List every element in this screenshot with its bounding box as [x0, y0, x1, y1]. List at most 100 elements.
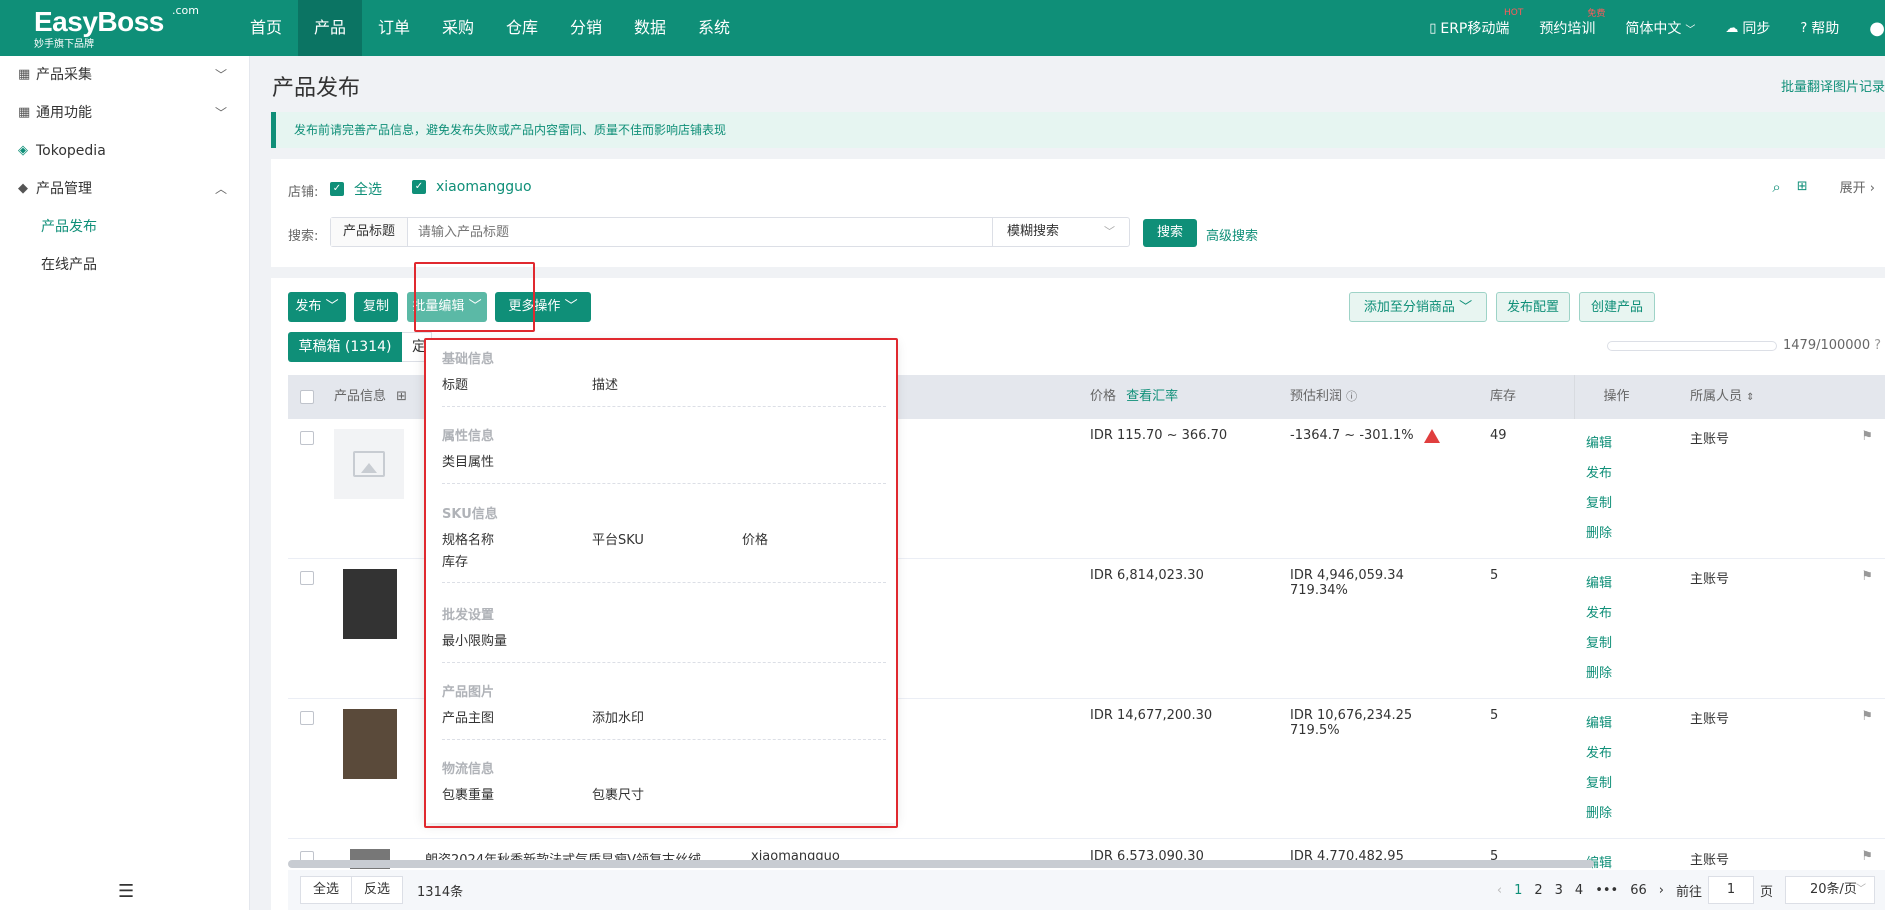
sidebar: ▦ 产品采集 ﹀ ▦ 通用功能 ﹀ ◈ Tokopedia ◆ 产品管理 ︿ 产… [0, 56, 250, 910]
expand-icon[interactable]: ⊞ [396, 389, 407, 404]
page-4[interactable]: 4 [1575, 883, 1583, 898]
tab-draft[interactable]: 草稿箱 (1314) [288, 332, 402, 362]
nav-distribution[interactable]: 分销 [554, 0, 618, 56]
publish-link[interactable]: 发布 [1557, 459, 1641, 489]
goto-page-input[interactable]: 1 [1707, 876, 1754, 904]
nav-home[interactable]: 首页 [234, 0, 298, 56]
next-page-icon[interactable]: › [1659, 883, 1664, 898]
sidebar-item-collect[interactable]: ▦ 产品采集 ﹀ [0, 56, 249, 94]
sidebar-sub-publish[interactable]: 产品发布 [0, 208, 249, 246]
page-unit: 页 [1759, 884, 1773, 900]
publish-dropdown-button[interactable]: 发布 ﹀ [288, 292, 346, 322]
expand-label: 展开 [1839, 181, 1866, 196]
copy-link[interactable]: 复制 [1557, 489, 1641, 519]
sort-icon[interactable]: ⇕ [1746, 392, 1754, 403]
search-icon[interactable]: ⌕ [1772, 178, 1780, 196]
search-mode-label: 模糊搜索 [1007, 224, 1060, 239]
expand-link[interactable]: 展开 › [1824, 177, 1875, 196]
row-checkbox[interactable] [300, 571, 314, 585]
logo[interactable]: EasyBoss .com 妙手旗下品牌 [34, 4, 199, 51]
view-rate-link[interactable]: 查看汇率 [1126, 389, 1178, 404]
flag-icon[interactable]: ⚑ [1861, 849, 1873, 864]
copy-link[interactable]: 复制 [1557, 769, 1641, 799]
sidebar-item-product-manage[interactable]: ◆ 产品管理 ︿ [0, 170, 249, 208]
erp-mobile-label: ERP移动端 [1440, 21, 1510, 37]
grid-icon: ▦ [18, 67, 31, 82]
edit-link[interactable]: 编辑 [1557, 569, 1641, 599]
page-66[interactable]: 66 [1630, 883, 1647, 898]
nav-product[interactable]: 产品 [298, 0, 362, 56]
copy-button[interactable]: 复制 [354, 292, 398, 322]
delete-link[interactable]: 删除 [1557, 799, 1641, 829]
copy-link[interactable]: 复制 [1557, 629, 1641, 659]
batch-translate-link[interactable]: 批量翻译图片记录 [1781, 76, 1885, 95]
page-2[interactable]: 2 [1534, 883, 1542, 898]
filter-panel: 店铺: ✓ 全选 ✓ xiaomangguo 搜索: 产品标题 模糊搜索 ﹀ 搜… [271, 159, 1885, 267]
sidebar-sub-online[interactable]: 在线产品 [0, 246, 249, 284]
advanced-search-link[interactable]: 高级搜索 [1206, 225, 1258, 244]
training-label: 预约培训 [1539, 21, 1596, 37]
page-ellipsis[interactable]: ••• [1595, 883, 1618, 898]
layout-icon[interactable]: ⊞ [1797, 179, 1808, 194]
page-size-select[interactable]: 20条/页 ﹀ [1785, 876, 1875, 904]
select-all-checkbox[interactable] [300, 390, 314, 404]
horizontal-scrollbar[interactable] [288, 860, 1594, 868]
training-link[interactable]: 预约培训 免费 [1539, 9, 1605, 38]
product-image [343, 709, 397, 779]
footer-select-all-button[interactable]: 全选 [300, 876, 353, 904]
footer-invert-button[interactable]: 反选 [352, 876, 404, 904]
row-checkbox[interactable] [300, 711, 314, 725]
info-icon[interactable]: ⓘ [1346, 390, 1357, 403]
th-product-info-label: 产品信息 [334, 389, 387, 404]
prev-page-icon[interactable]: ‹ [1497, 883, 1502, 898]
nav-purchase[interactable]: 采购 [426, 0, 490, 56]
flag-icon[interactable]: ⚑ [1861, 709, 1873, 724]
publish-link[interactable]: 发布 [1557, 739, 1641, 769]
nav-data[interactable]: 数据 [618, 0, 682, 56]
chevron-down-icon: ﹀ [1104, 225, 1115, 238]
pagination: ‹ 1 2 3 4 ••• 66 › 前往 1 页 20条/页 ﹀ [1485, 870, 1875, 910]
sidebar-item-label: Tokopedia [36, 143, 106, 159]
search-field-select[interactable]: 产品标题 [331, 218, 408, 246]
search-mode-select[interactable]: 模糊搜索 ﹀ [992, 217, 1130, 247]
row-actions: 编辑 发布 复制 删除 [1557, 429, 1641, 549]
shop-name: xiaomangguo [436, 179, 532, 195]
nav-system[interactable]: 系统 [682, 0, 746, 56]
row-checkbox[interactable] [300, 431, 314, 445]
search-button[interactable]: 搜索 [1143, 219, 1197, 247]
highlight-batch-edit-menu [424, 338, 898, 828]
sync-button[interactable]: ☁ 同步 [1725, 18, 1770, 38]
select-all-shops-checkbox[interactable]: ✓ 全选 [330, 179, 382, 199]
page-3[interactable]: 3 [1555, 883, 1563, 898]
flag-icon[interactable]: ⚑ [1861, 429, 1873, 444]
delete-link[interactable]: 删除 [1557, 519, 1641, 549]
edit-link[interactable]: 编辑 [1557, 709, 1641, 739]
help-button[interactable]: ? 帮助 [1800, 18, 1839, 38]
help-icon: ? [1800, 20, 1808, 36]
th-action: 操作 [1574, 375, 1658, 419]
sidebar-item-tokopedia[interactable]: ◈ Tokopedia [0, 132, 249, 170]
nav-order[interactable]: 订单 [362, 0, 426, 56]
page-size-label: 20条/页 [1810, 882, 1857, 897]
nav-warehouse[interactable]: 仓库 [490, 0, 554, 56]
flag-icon[interactable]: ⚑ [1861, 569, 1873, 584]
stock-cell: 49 [1490, 428, 1507, 443]
create-product-button[interactable]: 创建产品 [1579, 292, 1655, 322]
th-stock: 库存 [1490, 389, 1517, 404]
language-select[interactable]: 简体中文 ﹀ [1625, 18, 1695, 38]
help-icon[interactable]: ? [1874, 338, 1881, 353]
user-avatar[interactable]: ● [1869, 18, 1885, 39]
user-icon: ● [1869, 17, 1885, 39]
edit-link[interactable]: 编辑 [1557, 429, 1641, 459]
publish-link[interactable]: 发布 [1557, 599, 1641, 629]
publish-config-button[interactable]: 发布配置 [1496, 292, 1570, 322]
delete-link[interactable]: 删除 [1557, 659, 1641, 689]
erp-mobile-link[interactable]: ▯ ERP移动端 HOT [1429, 8, 1523, 38]
profit-percent: 719.34% [1290, 583, 1348, 598]
check-icon: ✓ [330, 182, 344, 196]
shop-checkbox[interactable]: ✓ xiaomangguo [412, 179, 532, 195]
page-1[interactable]: 1 [1514, 883, 1522, 898]
collapse-menu-icon[interactable]: ☰ [118, 881, 134, 902]
sidebar-item-common[interactable]: ▦ 通用功能 ﹀ [0, 94, 249, 132]
add-distribution-button[interactable]: 添加至分销商品 ﹀ [1349, 292, 1487, 322]
